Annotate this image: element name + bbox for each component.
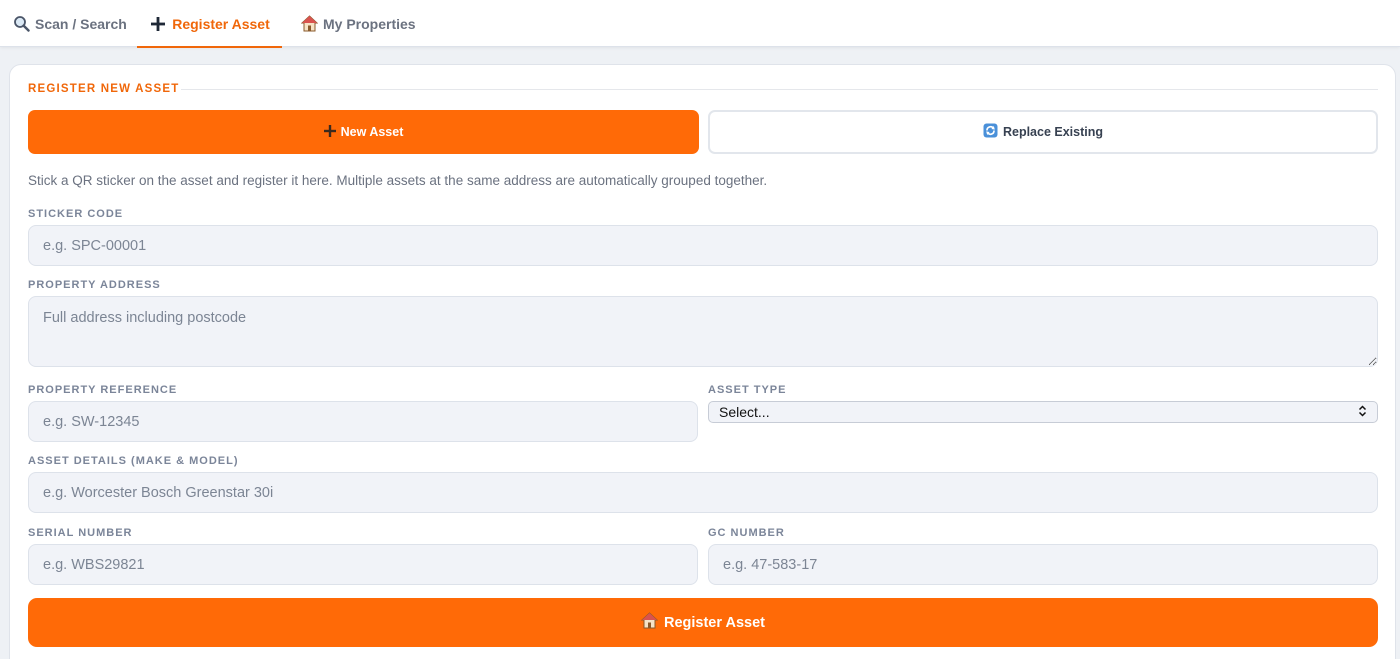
tab-label: Scan / Search <box>35 15 127 32</box>
asset-details-label: ASSET DETAILS (MAKE & MODEL) <box>28 455 239 467</box>
plus-icon <box>323 124 336 140</box>
tab-register-asset[interactable]: Register Asset <box>137 0 282 48</box>
top-nav: Scan / Search Register Asset My Properti… <box>0 0 1400 48</box>
divider <box>181 89 1378 90</box>
house-icon <box>640 612 659 633</box>
tab-label: Register Asset <box>172 15 270 32</box>
gc-number-input[interactable] <box>708 544 1378 585</box>
gc-number-label: GC NUMBER <box>708 527 785 539</box>
replace-existing-label: Replace Existing <box>1002 125 1104 139</box>
help-text: Stick a QR sticker on the asset and regi… <box>28 173 768 188</box>
sticker-code-label: STICKER CODE <box>28 208 124 220</box>
new-asset-button[interactable]: New Asset <box>28 110 699 154</box>
house-icon <box>300 15 318 33</box>
section-title: REGISTER NEW ASSET <box>28 83 180 95</box>
replace-existing-button[interactable]: Replace Existing <box>708 110 1378 154</box>
asset-details-input[interactable] <box>28 472 1378 513</box>
sticker-code-input[interactable] <box>28 225 1378 266</box>
tab-label: My Properties <box>323 15 416 32</box>
plus-icon <box>149 15 167 33</box>
property-address-label: PROPERTY ADDRESS <box>28 279 161 291</box>
asset-type-label: ASSET TYPE <box>708 384 787 396</box>
register-asset-button[interactable]: Register Asset <box>28 598 1378 647</box>
asset-type-selected: Select... <box>719 404 770 420</box>
asset-type-select[interactable]: Select... <box>708 401 1378 423</box>
property-reference-input[interactable] <box>28 401 698 442</box>
property-reference-label: PROPERTY REFERENCE <box>28 384 178 396</box>
tab-scan-search[interactable]: Scan / Search <box>12 0 127 47</box>
property-address-textarea[interactable] <box>28 296 1378 367</box>
chevron-updown-icon <box>1358 404 1367 420</box>
serial-number-input[interactable] <box>28 544 698 585</box>
magnifier-icon <box>12 15 30 33</box>
refresh-icon <box>983 123 998 141</box>
new-asset-label: New Asset <box>340 125 404 139</box>
register-asset-label: Register Asset <box>663 614 765 631</box>
serial-number-label: SERIAL NUMBER <box>28 527 133 539</box>
tab-my-properties[interactable]: My Properties <box>300 0 416 47</box>
